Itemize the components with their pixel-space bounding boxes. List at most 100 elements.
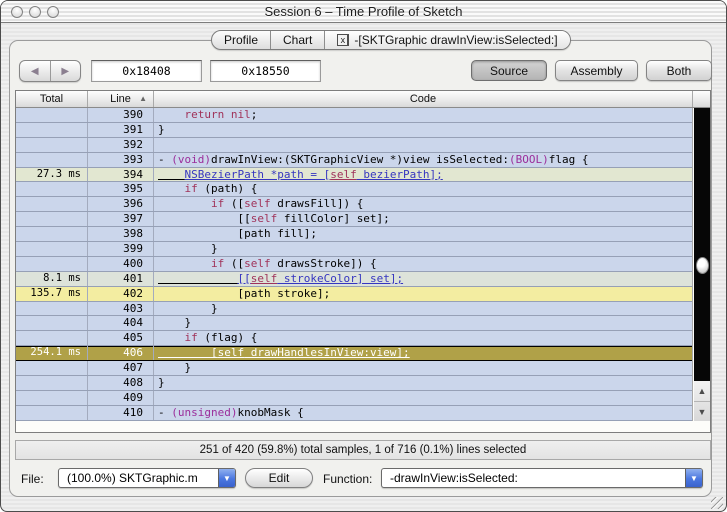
column-header-spacer: [692, 91, 710, 107]
row-line-number: 404: [88, 316, 154, 331]
table-row[interactable]: 393 - (void)drawInView:(SKTGraphicView *)…: [16, 152, 692, 168]
row-total-time: [16, 152, 88, 167]
row-code: - (void)drawInView:(SKTGraphicView *)vie…: [158, 152, 589, 166]
row-total-time: [16, 108, 88, 122]
function-select[interactable]: -drawInView:isSelected: ▼: [381, 468, 703, 488]
table-row[interactable]: 404 }: [16, 316, 692, 332]
row-total-time: [16, 256, 88, 271]
table-row[interactable]: 403 }: [16, 301, 692, 317]
scrollbar-thumb[interactable]: [696, 257, 709, 274]
column-header-line[interactable]: Line ▲: [88, 91, 154, 107]
forward-icon: ▶: [61, 65, 70, 77]
table-row[interactable]: 392: [16, 137, 692, 153]
column-header-total-label: Total: [39, 93, 64, 105]
back-icon: ◀: [30, 65, 39, 77]
forward-button[interactable]: ▶: [51, 61, 81, 81]
code-table: Total Line ▲ Code 390 return nil; 391} 392…: [15, 90, 711, 433]
table-row[interactable]: 398 [path fill];: [16, 227, 692, 243]
status-text: 251 of 420 (59.8%) total samples, 1 of 7…: [199, 444, 527, 456]
window-title: Session 6 – Time Profile of Sketch: [264, 4, 463, 19]
table-row[interactable]: 135.7 ms 402 [path stroke];: [16, 286, 692, 302]
column-header-line-label: Line: [110, 93, 131, 105]
function-label: Function:: [323, 472, 373, 486]
table-row[interactable]: 391}: [16, 122, 692, 138]
tab-chart[interactable]: Chart: [270, 31, 324, 49]
table-row[interactable]: 8.1 ms 401 [[self strokeColor] set];: [16, 271, 692, 287]
table-row[interactable]: 405 if (flag) {: [16, 331, 692, 347]
edit-button[interactable]: Edit: [245, 468, 313, 488]
table-row[interactable]: 409: [16, 390, 692, 406]
back-button[interactable]: ◀: [20, 61, 51, 81]
row-code: if (flag) {: [184, 331, 258, 345]
table-row[interactable]: 410 - (unsigned)knobMask {: [16, 405, 692, 421]
row-code: [[self fillColor] set];: [158, 212, 390, 226]
row-line-number: 401: [88, 271, 154, 286]
row-total-time: [16, 390, 88, 405]
row-line-number: 400: [88, 256, 154, 271]
row-line-number: 399: [88, 242, 154, 256]
table-header: Total Line ▲ Code: [16, 91, 710, 108]
close-tab-icon[interactable]: x: [337, 34, 350, 46]
assembly-button[interactable]: Assembly: [555, 60, 638, 81]
table-row[interactable]: 27.3 ms 394 NSBezierPath *path = [self be…: [16, 167, 692, 183]
file-select-value: (100.0%) SKTGraphic.m: [67, 471, 198, 485]
row-code: [path stroke];: [158, 286, 331, 300]
row-code: if (path) {: [184, 182, 258, 196]
scroll-up-icon: ▲: [697, 386, 707, 396]
row-total-time: [16, 405, 88, 420]
both-button[interactable]: Both: [646, 60, 712, 81]
row-line-number: 394: [88, 167, 154, 182]
column-header-code[interactable]: Code: [154, 91, 692, 107]
resize-grip[interactable]: [711, 497, 723, 509]
row-code: if ([self drawsStroke]) {: [210, 256, 377, 270]
column-header-total[interactable]: Total: [16, 91, 88, 107]
row-code: [154, 391, 692, 405]
file-select-arrow-icon[interactable]: ▼: [218, 469, 235, 487]
table-row[interactable]: 399 }: [16, 242, 692, 257]
row-total-time: [16, 227, 88, 242]
row-code: }: [158, 376, 165, 390]
row-total-time: [16, 242, 88, 256]
row-line-number: 391: [88, 122, 154, 137]
address-start-field[interactable]: [91, 60, 202, 82]
row-line-number: 407: [88, 361, 154, 376]
row-total-time: 8.1 ms: [16, 271, 88, 286]
row-line-number: 396: [88, 197, 154, 212]
row-total-time: [16, 197, 88, 212]
row-line-number: 398: [88, 227, 154, 242]
table-row[interactable]: 395 if (path) {: [16, 182, 692, 198]
row-line-number: 393: [88, 152, 154, 167]
tab-chart-label: Chart: [283, 33, 313, 47]
source-button-label: Source: [489, 63, 529, 78]
table-row[interactable]: 407 }: [16, 361, 692, 377]
both-button-label: Both: [666, 63, 692, 78]
table-row[interactable]: 254.1 ms 406 [self drawHandlesInView:view…: [16, 346, 692, 362]
code-rows: 390 return nil; 391} 392 393- (void)drawInV…: [16, 108, 692, 421]
tab-code-browser[interactable]: x -[SKTGraphic drawInView:isSelected:]: [324, 31, 570, 49]
row-code: if ([self drawsFill]) {: [210, 197, 364, 211]
row-total-time: 254.1 ms: [16, 346, 88, 361]
row-code: }: [158, 242, 218, 256]
scrollbar-track[interactable]: [694, 108, 710, 381]
row-total-time: [16, 182, 88, 197]
row-total-time: 27.3 ms: [16, 167, 88, 182]
table-row[interactable]: 400 if ([self drawsStroke]) {: [16, 256, 692, 272]
table-row[interactable]: 397 [[self fillColor] set];: [16, 212, 692, 228]
table-row[interactable]: 396 if ([self drawsFill]) {: [16, 197, 692, 213]
column-header-code-label: Code: [409, 93, 437, 105]
table-row[interactable]: 390 return nil;: [16, 108, 692, 123]
file-select[interactable]: (100.0%) SKTGraphic.m ▼: [58, 468, 236, 488]
vertical-scrollbar[interactable]: ▲ ▼: [692, 108, 710, 421]
table-row[interactable]: 408}: [16, 376, 692, 391]
scroll-down-button[interactable]: ▼: [694, 401, 710, 421]
row-line-number: 390: [88, 108, 154, 122]
row-code: NSBezierPath *path = [self bezierPath];: [184, 167, 443, 181]
row-code: [self drawHandlesInView:view];: [210, 346, 410, 360]
address-end-field[interactable]: [210, 60, 321, 82]
tab-profile[interactable]: Profile: [212, 31, 270, 49]
source-button[interactable]: Source: [471, 60, 547, 81]
history-nav-control: ◀ ▶: [19, 60, 81, 82]
scroll-up-button[interactable]: ▲: [694, 381, 710, 401]
function-select-arrow-icon[interactable]: ▼: [685, 469, 702, 487]
row-code: [path fill];: [158, 227, 317, 241]
